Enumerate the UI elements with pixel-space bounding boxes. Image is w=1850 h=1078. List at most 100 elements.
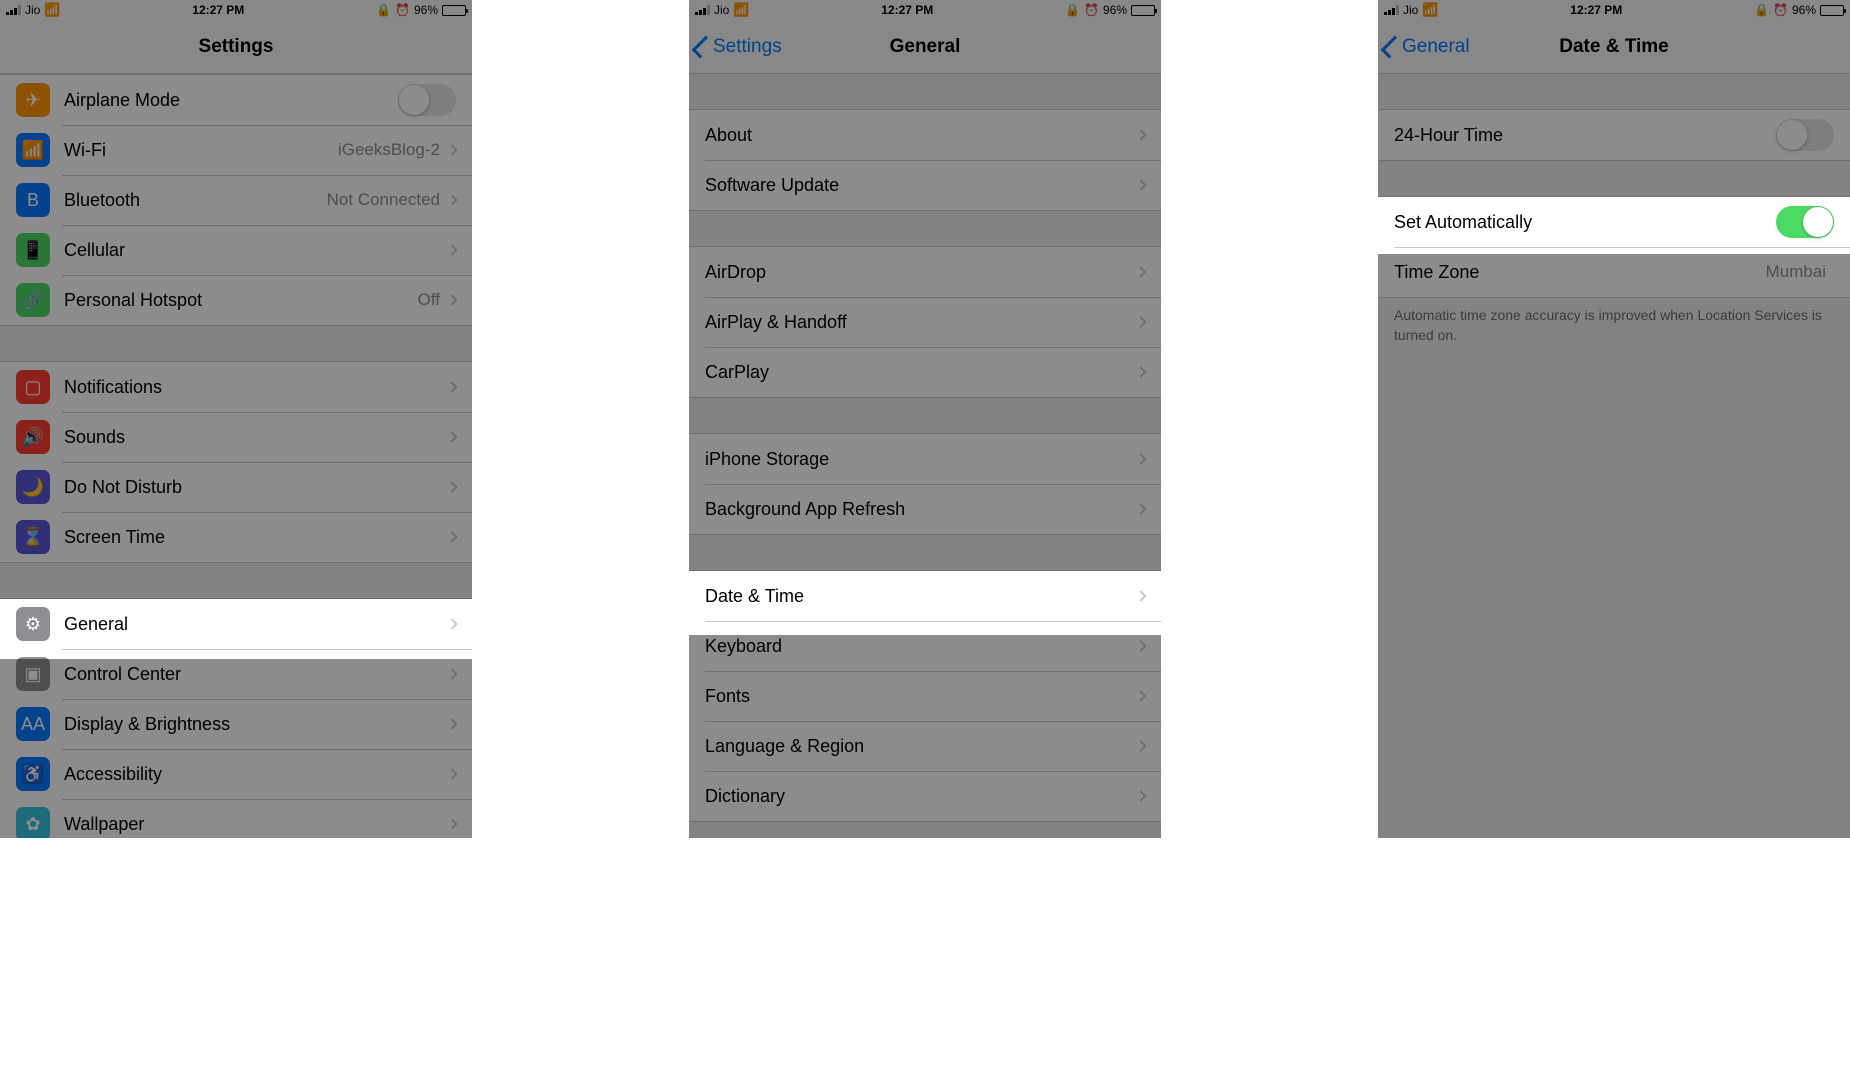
row-label: Background App Refresh	[705, 499, 1137, 520]
row-label: Screen Time	[64, 527, 448, 548]
lock-icon: 🔒	[1754, 3, 1769, 17]
gear-icon: ⚙	[16, 607, 50, 641]
cellular-icon: 📱	[16, 233, 50, 267]
row-24-hour[interactable]: 24-Hour Time	[1378, 110, 1850, 160]
battery-pct: 96%	[414, 3, 438, 17]
back-button[interactable]: General	[1386, 20, 1470, 73]
row-background-refresh[interactable]: Background App Refresh	[689, 484, 1161, 534]
row-keyboard[interactable]: Keyboard	[689, 621, 1161, 671]
row-label: AirDrop	[705, 262, 1137, 283]
wifi-icon: 📶	[16, 133, 50, 167]
chevron-right-icon	[446, 431, 457, 442]
hotspot-icon: 🔗	[16, 283, 50, 317]
row-label: Date & Time	[705, 586, 1137, 607]
row-label: Display & Brightness	[64, 714, 448, 735]
row-carplay[interactable]: CarPlay	[689, 347, 1161, 397]
chevron-right-icon	[1135, 129, 1146, 140]
row-label: Notifications	[64, 377, 448, 398]
row-screentime[interactable]: ⌛ Screen Time	[0, 512, 472, 562]
row-notifications[interactable]: ▢ Notifications	[0, 362, 472, 412]
airplane-icon: ✈	[16, 83, 50, 117]
row-time-zone[interactable]: Time Zone Mumbai	[1378, 247, 1850, 297]
row-sounds[interactable]: 🔊 Sounds	[0, 412, 472, 462]
row-set-automatically[interactable]: Set Automatically	[1378, 197, 1850, 247]
chevron-right-icon	[446, 244, 457, 255]
row-label: Airplane Mode	[64, 90, 398, 111]
row-bluetooth[interactable]: B Bluetooth Not Connected	[0, 175, 472, 225]
row-label: Dictionary	[705, 786, 1137, 807]
screen-date-time: Jio 📶 12:27 PM 🔒 ⏰ 96% General Date & Ti…	[1378, 0, 1850, 838]
row-wifi[interactable]: 📶 Wi-Fi iGeeksBlog-2	[0, 125, 472, 175]
row-detail: Off	[418, 290, 440, 310]
row-label: Software Update	[705, 175, 1137, 196]
chevron-right-icon	[446, 144, 457, 155]
row-airplane[interactable]: ✈ Airplane Mode	[0, 75, 472, 125]
back-label: Settings	[713, 36, 782, 58]
chevron-right-icon	[1135, 366, 1146, 377]
row-fonts[interactable]: Fonts	[689, 671, 1161, 721]
chevron-right-icon	[446, 768, 457, 779]
row-airdrop[interactable]: AirDrop	[689, 247, 1161, 297]
row-label: iPhone Storage	[705, 449, 1137, 470]
row-label: Time Zone	[1394, 262, 1766, 283]
chevron-right-icon	[1135, 790, 1146, 801]
row-display[interactable]: AA Display & Brightness	[0, 699, 472, 749]
signal-icon	[1384, 5, 1399, 15]
row-label: CarPlay	[705, 362, 1137, 383]
page-title: Settings	[199, 36, 274, 58]
row-label: Set Automatically	[1394, 212, 1776, 233]
row-label: 24-Hour Time	[1394, 125, 1776, 146]
bluetooth-icon: B	[16, 183, 50, 217]
row-label: Control Center	[64, 664, 448, 685]
row-about[interactable]: About	[689, 110, 1161, 160]
carrier-label: Jio	[1403, 3, 1418, 17]
chevron-right-icon	[1135, 740, 1146, 751]
battery-pct: 96%	[1792, 3, 1816, 17]
row-control-center[interactable]: ▣ Control Center	[0, 649, 472, 699]
airplane-toggle[interactable]	[398, 84, 456, 116]
status-bar: Jio 📶 12:27 PM 🔒 ⏰ 96%	[689, 0, 1161, 20]
chevron-right-icon	[446, 531, 457, 542]
row-wallpaper[interactable]: ✿ Wallpaper	[0, 799, 472, 838]
row-label: Wallpaper	[64, 814, 448, 835]
row-storage[interactable]: iPhone Storage	[689, 434, 1161, 484]
chevron-right-icon	[1135, 179, 1146, 190]
row-cellular[interactable]: 📱 Cellular	[0, 225, 472, 275]
carrier-label: Jio	[714, 3, 729, 17]
battery-icon	[1820, 5, 1844, 16]
row-date-time[interactable]: Date & Time	[689, 571, 1161, 621]
hourglass-icon: ⌛	[16, 520, 50, 554]
chevron-right-icon	[1135, 503, 1146, 514]
accessibility-icon: ♿	[16, 757, 50, 791]
chevron-right-icon	[1135, 640, 1146, 651]
row-detail: Mumbai	[1766, 262, 1826, 282]
row-dictionary[interactable]: Dictionary	[689, 771, 1161, 821]
alarm-icon: ⏰	[395, 3, 410, 17]
lock-icon: 🔒	[1065, 3, 1080, 17]
chevron-right-icon	[446, 381, 457, 392]
status-bar: Jio 📶 12:27 PM 🔒 ⏰ 96%	[0, 0, 472, 20]
back-button[interactable]: Settings	[697, 20, 782, 73]
row-general[interactable]: ⚙ General	[0, 599, 472, 649]
24-hour-toggle[interactable]	[1776, 119, 1834, 151]
nav-bar: General Date & Time	[1378, 20, 1850, 74]
moon-icon: 🌙	[16, 470, 50, 504]
row-airplay[interactable]: AirPlay & Handoff	[689, 297, 1161, 347]
wallpaper-icon: ✿	[16, 807, 50, 838]
row-language[interactable]: Language & Region	[689, 721, 1161, 771]
row-hotspot[interactable]: 🔗 Personal Hotspot Off	[0, 275, 472, 325]
row-software-update[interactable]: Software Update	[689, 160, 1161, 210]
alarm-icon: ⏰	[1084, 3, 1099, 17]
control-center-icon: ▣	[16, 657, 50, 691]
chevron-right-icon	[446, 618, 457, 629]
row-dnd[interactable]: 🌙 Do Not Disturb	[0, 462, 472, 512]
chevron-right-icon	[1135, 590, 1146, 601]
signal-icon	[695, 5, 710, 15]
row-label: Wi-Fi	[64, 140, 338, 161]
set-auto-toggle[interactable]	[1776, 206, 1834, 238]
row-label: Sounds	[64, 427, 448, 448]
row-label: Personal Hotspot	[64, 290, 418, 311]
nav-bar: Settings	[0, 20, 472, 74]
row-accessibility[interactable]: ♿ Accessibility	[0, 749, 472, 799]
row-label: Language & Region	[705, 736, 1137, 757]
